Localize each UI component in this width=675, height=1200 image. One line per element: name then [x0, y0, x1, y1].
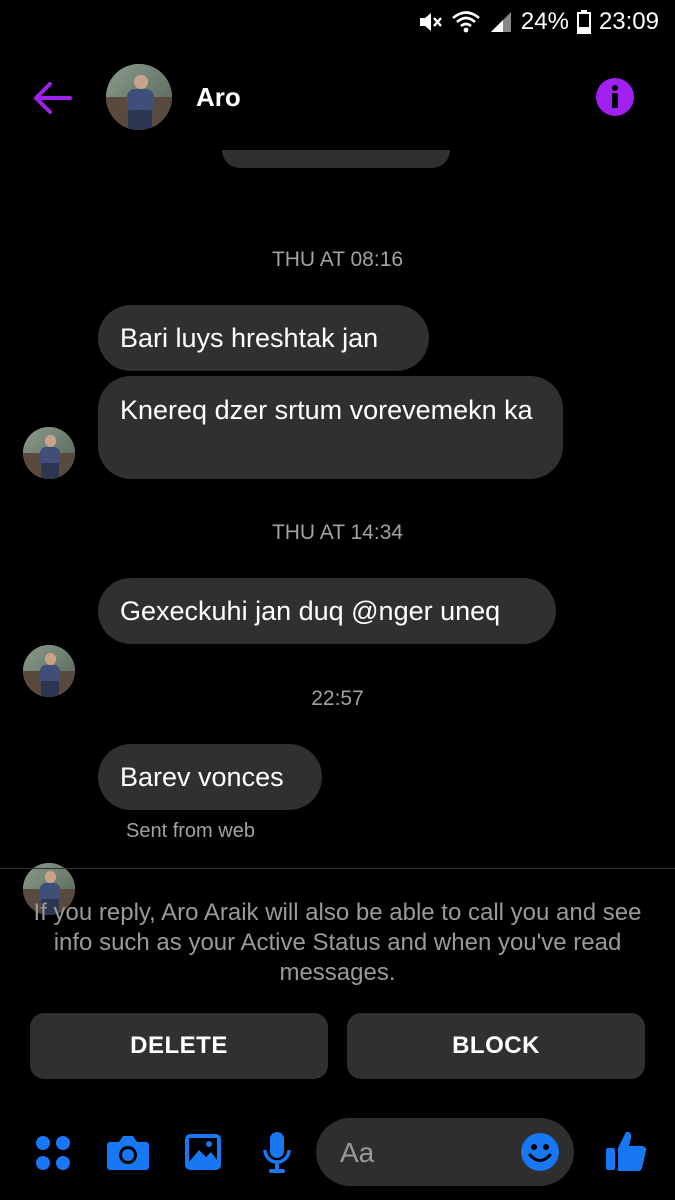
apps-grid-icon[interactable]	[34, 1134, 72, 1177]
mute-icon	[419, 13, 442, 31]
signal-icon	[490, 12, 511, 32]
message-bubble[interactable]: Barev vonces	[98, 744, 322, 810]
avatar[interactable]	[106, 64, 172, 130]
timestamp: THU AT 14:34	[271, 521, 404, 544]
clock: 23:09	[598, 8, 659, 35]
wifi-icon	[452, 11, 480, 33]
message-bubble[interactable]: Gexeckuhi jan duq @nger uneq	[98, 578, 556, 644]
conversation-header: Aro	[0, 46, 675, 150]
message-text: Gexeckuhi jan duq @nger uneq	[120, 595, 501, 626]
status-bar: 24% 23:09	[0, 0, 675, 46]
battery-percent: 24%	[520, 8, 569, 35]
block-button[interactable]: BLOCK	[347, 1013, 645, 1079]
message-bubble[interactable]: Bari luys hreshtak jan	[98, 305, 429, 371]
message-input-container	[316, 1118, 574, 1188]
emoji-icon[interactable]	[520, 1132, 560, 1172]
message-text: Bari luys hreshtak jan	[120, 322, 379, 353]
camera-icon[interactable]	[106, 1132, 150, 1177]
microphone-icon[interactable]	[262, 1130, 292, 1179]
divider	[0, 868, 675, 869]
timestamp: THU AT 08:16	[271, 248, 404, 271]
composer-bar	[0, 1112, 675, 1200]
thumbs-up-icon[interactable]	[604, 1128, 648, 1179]
avatar	[23, 427, 75, 479]
battery-icon	[576, 10, 591, 34]
contact-name[interactable]: Aro	[196, 82, 241, 113]
message-request-notice: If you reply, Aro Araik will also be abl…	[33, 899, 642, 986]
info-icon[interactable]	[596, 78, 634, 116]
back-arrow-icon[interactable]	[28, 76, 74, 120]
gallery-icon[interactable]	[183, 1132, 223, 1177]
message-text: Knereq dzer srtum vorevemekn ka	[120, 395, 533, 425]
message-text: Barev vonces	[120, 761, 284, 792]
timestamp: 22:57	[311, 687, 364, 710]
message-bubble[interactable]: Knereq dzer srtum vorevemekn ka	[98, 376, 563, 479]
sent-from-label: Sent from web	[126, 820, 255, 842]
previous-message-bubble	[222, 150, 450, 168]
message-input[interactable]	[338, 1118, 522, 1188]
delete-button[interactable]: DELETE	[30, 1013, 328, 1079]
